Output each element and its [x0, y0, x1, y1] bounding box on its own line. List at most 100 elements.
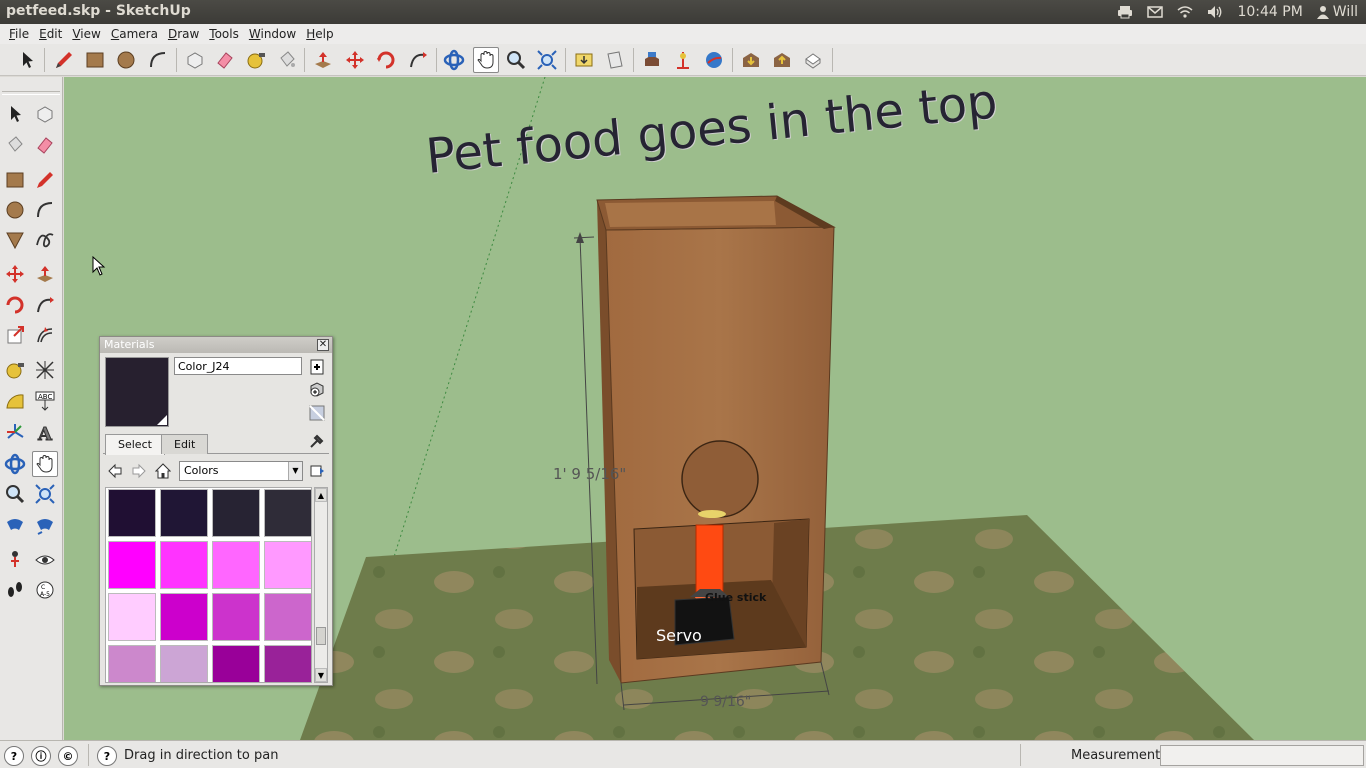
material-swatch[interactable] — [108, 593, 156, 641]
volume-icon[interactable] — [1207, 5, 1223, 19]
follow-me-left-icon[interactable] — [32, 292, 58, 318]
user-name[interactable]: Will — [1333, 4, 1358, 20]
tab-select[interactable]: Select — [105, 434, 165, 455]
get-models-icon[interactable] — [571, 47, 597, 73]
offset-icon[interactable] — [32, 322, 58, 348]
dimension-height[interactable]: 1' 9 5/16" — [553, 465, 626, 483]
material-swatch[interactable] — [212, 541, 260, 589]
zoom-window-icon[interactable] — [32, 481, 58, 507]
text-tool-icon[interactable]: ABC — [32, 388, 58, 414]
eraser-left-icon[interactable] — [32, 132, 58, 158]
scrollbar-thumb[interactable] — [316, 627, 326, 645]
warehouse-download-icon[interactable] — [738, 47, 764, 73]
zoom-icon[interactable] — [503, 47, 529, 73]
rectangle-left-icon[interactable] — [2, 167, 28, 193]
material-swatch[interactable] — [212, 593, 260, 641]
menu-draw[interactable]: Draw — [163, 27, 204, 41]
menu-edit[interactable]: Edit — [34, 27, 67, 41]
mail-icon[interactable] — [1147, 5, 1164, 19]
material-swatch[interactable] — [108, 489, 156, 537]
menu-view[interactable]: View — [67, 27, 105, 41]
geolocation-icon[interactable]: ? — [4, 746, 24, 766]
menu-tools[interactable]: Tools — [204, 27, 244, 41]
menu-window[interactable]: Window — [244, 27, 301, 41]
rotate-left-icon[interactable] — [2, 292, 28, 318]
pan-left-icon[interactable] — [32, 451, 58, 477]
material-swatch[interactable] — [212, 645, 260, 682]
create-material-icon[interactable] — [307, 357, 327, 377]
push-pull-left-icon[interactable] — [32, 261, 58, 287]
tape-measure-icon[interactable] — [243, 47, 269, 73]
tape-measure-left-icon[interactable] — [2, 357, 28, 383]
material-preview[interactable] — [105, 357, 169, 427]
position-camera-icon[interactable] — [2, 547, 28, 573]
freehand-icon[interactable] — [32, 227, 58, 253]
scroll-down-icon[interactable]: ▼ — [315, 668, 327, 682]
printer-icon[interactable] — [1117, 5, 1133, 19]
arc-left-icon[interactable] — [32, 197, 58, 223]
material-swatch[interactable] — [108, 541, 156, 589]
line-icon[interactable] — [32, 167, 58, 193]
select-icon[interactable] — [2, 101, 28, 127]
paint-icon[interactable] — [2, 132, 28, 158]
protractor-icon[interactable] — [2, 388, 28, 414]
photo-textures-icon[interactable] — [639, 47, 665, 73]
materials-titlebar[interactable]: Materials ✕ — [100, 337, 332, 353]
close-icon[interactable]: ✕ — [317, 339, 329, 351]
details-icon[interactable] — [307, 461, 327, 481]
wifi-icon[interactable] — [1177, 5, 1193, 19]
zoom-left-icon[interactable] — [2, 481, 28, 507]
rectangle-icon[interactable] — [82, 47, 108, 73]
move-left-icon[interactable] — [2, 261, 28, 287]
material-swatch[interactable] — [160, 489, 208, 537]
share-model-icon[interactable] — [602, 47, 628, 73]
clock[interactable]: 10:44 PM — [1237, 4, 1302, 20]
previous-view-icon[interactable] — [32, 512, 58, 538]
material-swatch[interactable] — [160, 645, 208, 682]
scroll-up-icon[interactable]: ▲ — [315, 488, 327, 502]
material-swatch[interactable] — [264, 489, 311, 537]
walk-icon[interactable] — [2, 577, 28, 603]
look-around-icon[interactable] — [32, 547, 58, 573]
axes-icon[interactable] — [2, 419, 28, 445]
push-pull-icon[interactable] — [310, 47, 336, 73]
rotate-icon[interactable] — [373, 47, 399, 73]
material-name-input[interactable] — [174, 357, 302, 375]
warehouse-upload-icon[interactable] — [769, 47, 795, 73]
polygon-icon[interactable] — [2, 227, 28, 253]
google-earth-icon[interactable] — [701, 47, 727, 73]
instructor-help-icon[interactable]: ? — [97, 746, 117, 766]
extension-warehouse-icon[interactable] — [800, 47, 826, 73]
circle-icon[interactable] — [113, 47, 139, 73]
material-swatch[interactable] — [160, 541, 208, 589]
orbit-icon[interactable] — [441, 47, 467, 73]
dimension-width[interactable]: 9 9/16" — [700, 694, 751, 710]
material-swatch[interactable] — [264, 541, 311, 589]
pencil-icon[interactable] — [51, 47, 77, 73]
collection-select[interactable]: Colors ▼ — [179, 461, 303, 481]
3d-text-icon[interactable]: A — [32, 419, 58, 445]
menu-help[interactable]: Help — [301, 27, 338, 41]
menu-camera[interactable]: Camera — [106, 27, 163, 41]
zoom-extents-icon[interactable] — [534, 47, 560, 73]
credits-icon[interactable]: ⓘ — [31, 746, 51, 766]
component-icon[interactable] — [32, 101, 58, 127]
tab-edit[interactable]: Edit — [161, 434, 209, 454]
pan-hand-icon[interactable] — [473, 47, 499, 73]
material-swatch[interactable] — [264, 645, 311, 682]
swatch-scrollbar[interactable]: ▲ ▼ — [314, 487, 328, 683]
circle-left-icon[interactable] — [2, 197, 28, 223]
orbit-left-icon[interactable] — [2, 451, 28, 477]
zoom-extents-left-icon[interactable] — [2, 512, 28, 538]
eraser-icon[interactable] — [212, 47, 238, 73]
scale-icon[interactable] — [2, 322, 28, 348]
measurements-input[interactable] — [1160, 745, 1364, 766]
arc-icon[interactable] — [145, 47, 171, 73]
chevron-down-icon[interactable]: ▼ — [288, 462, 302, 480]
follow-me-icon[interactable] — [405, 47, 431, 73]
forward-arrow-icon[interactable] — [129, 461, 149, 481]
select-tool-icon[interactable] — [14, 47, 40, 73]
paint-bucket-icon[interactable] — [274, 47, 300, 73]
section-plane-icon[interactable]: C A-5 — [32, 577, 58, 603]
add-location-icon[interactable] — [670, 47, 696, 73]
